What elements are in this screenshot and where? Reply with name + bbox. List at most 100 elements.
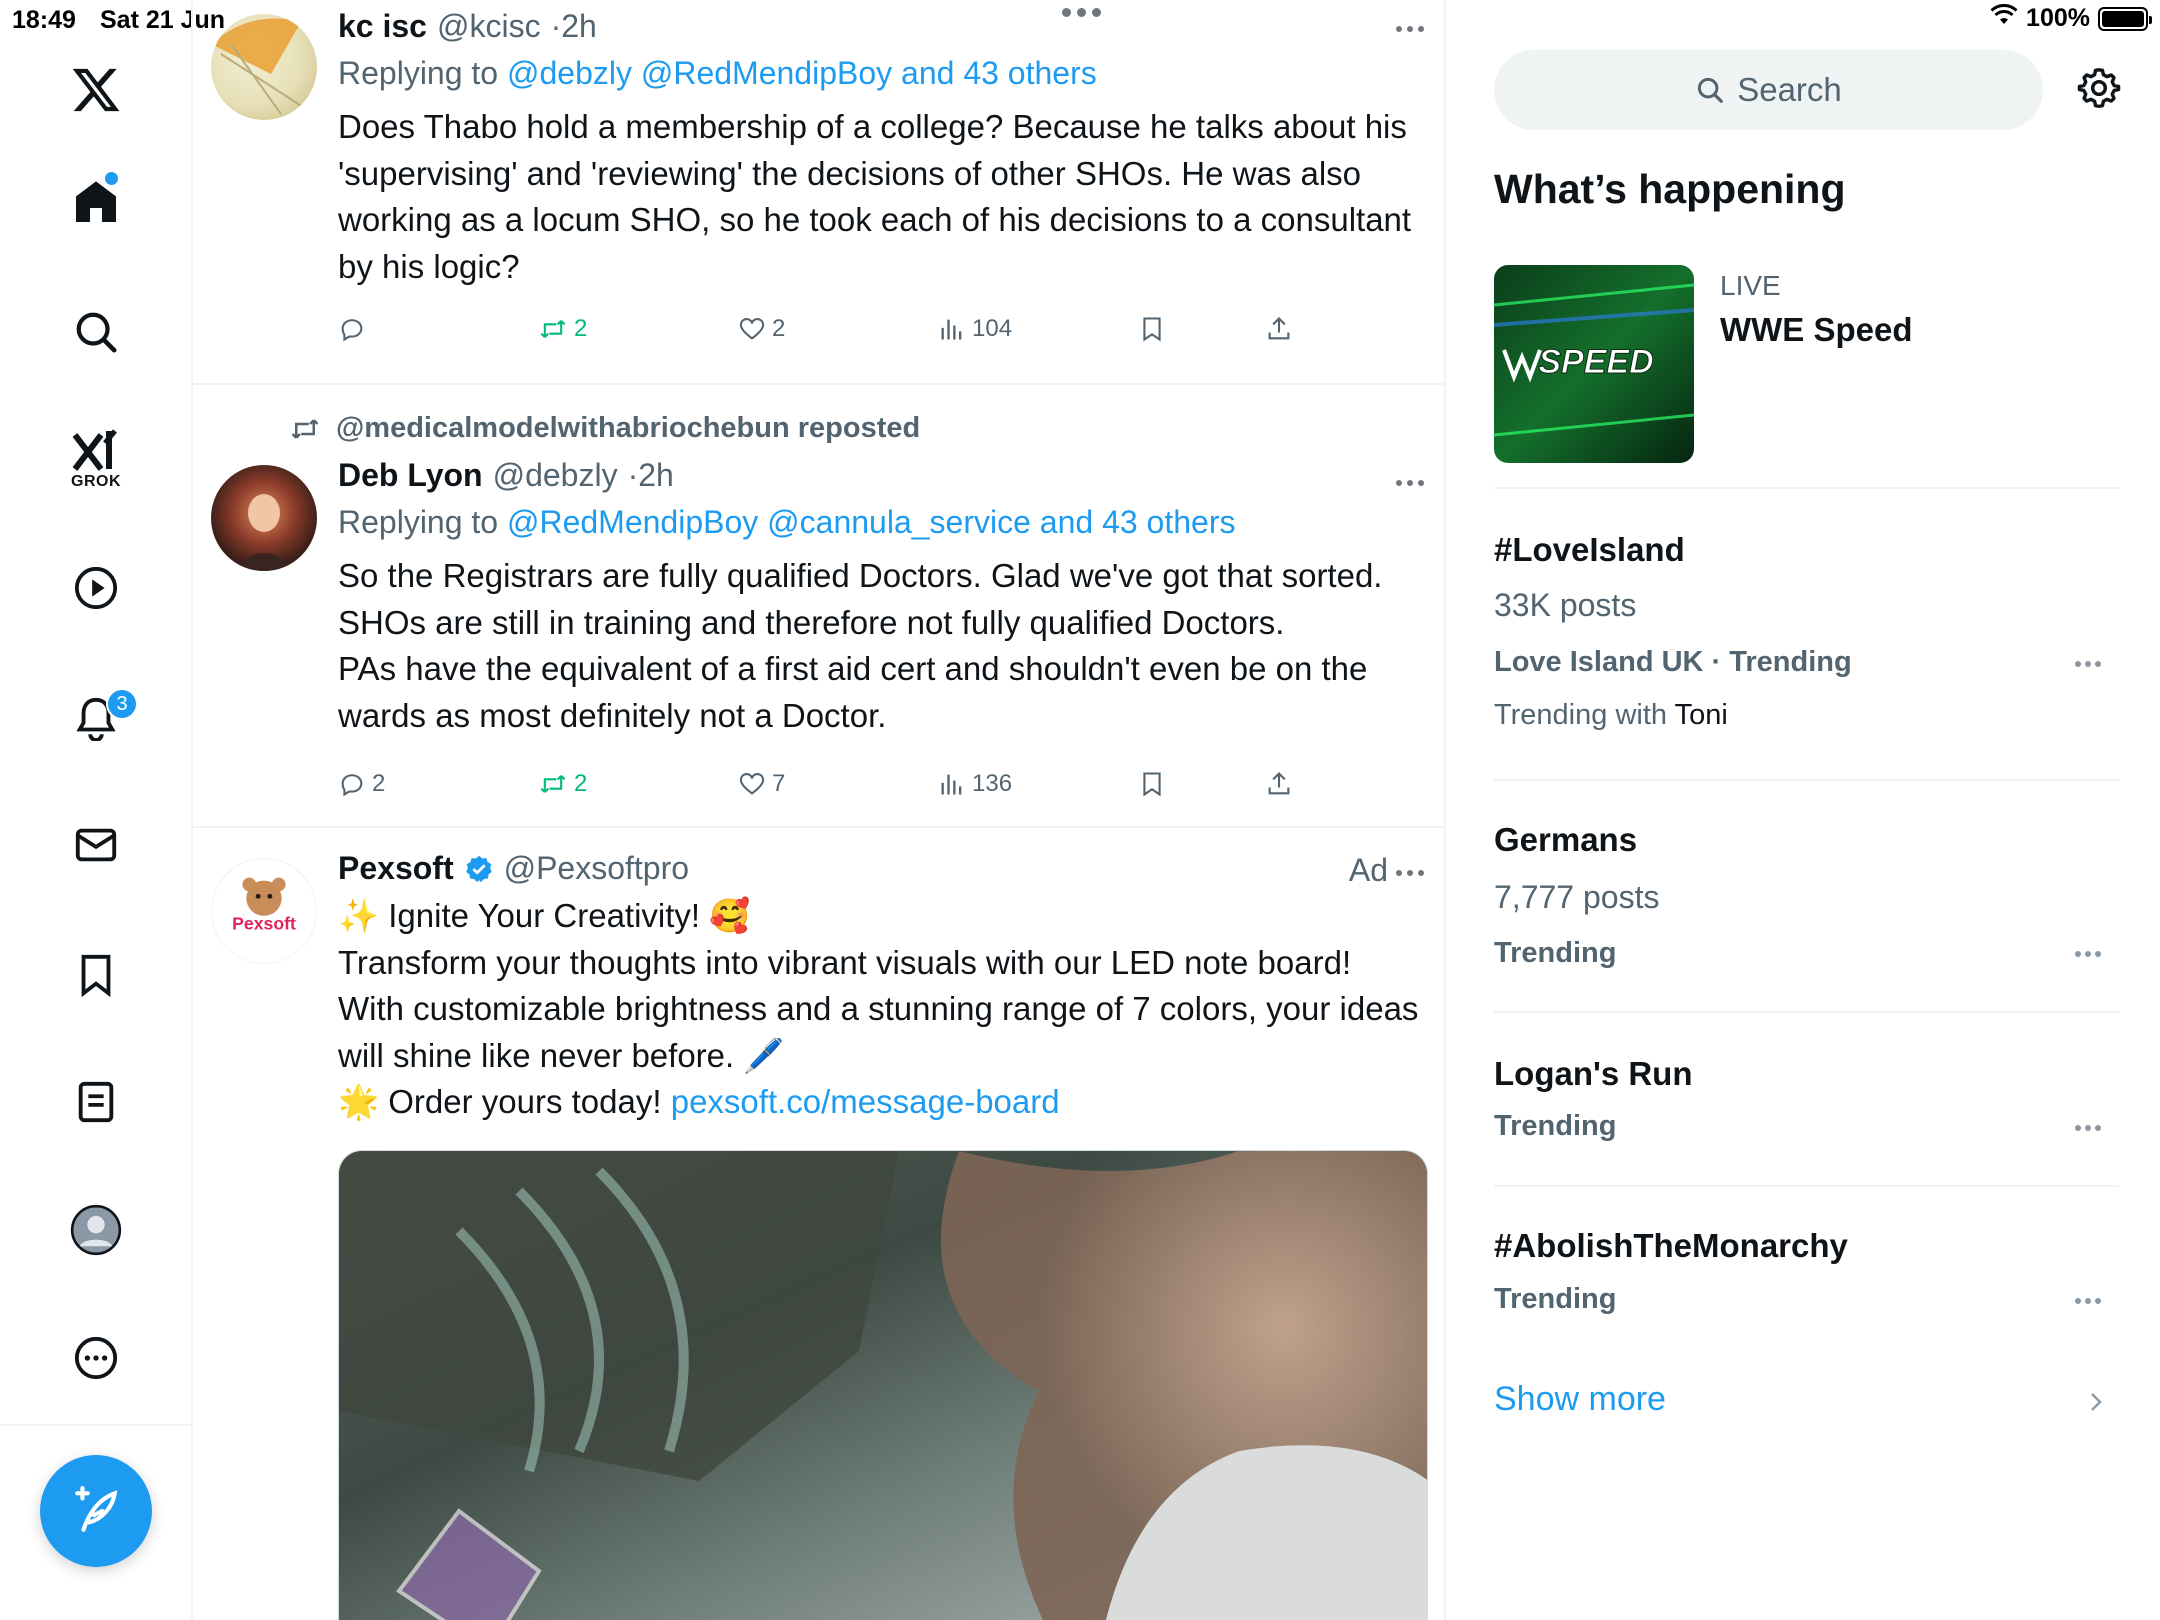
reposted-by-label: @medicalmodelwithabriochebun reposted [336,412,921,444]
author-handle[interactable]: @kcisc [437,8,541,45]
ad-label: Ad [1348,852,1388,888]
tweet-header: Pexsoft @Pexsoftpro [338,850,1424,887]
sidebar-item-grok[interactable]: GROK [56,420,136,500]
sidebar-item-videos[interactable] [56,548,136,628]
thumbnail-text: SPEED [1538,343,1653,381]
replying-to-users[interactable]: @RedMendipBoy @cannula_service and 43 ot… [507,504,1236,540]
replying-to: Replying to @debzly @RedMendipBoy and 43… [338,55,1424,92]
dot-separator: · [627,457,639,493]
avatar-text: Pexsoft [232,914,296,934]
chevron-right-icon [2091,1393,2102,1411]
search-icon [1698,77,1724,103]
reply-button[interactable] [338,315,372,343]
whats-happening-title: What’s happening [1494,166,1846,212]
home-unread-dot [105,172,118,185]
profile-avatar-icon [70,1204,122,1256]
like-count: 7 [772,770,786,797]
views-button[interactable]: 104 [938,315,1012,343]
replying-prefix: Replying to [338,504,499,540]
grok-label: GROK [71,473,121,490]
sidebar-item-messages[interactable] [56,805,136,885]
tweet-text: ✨ Ignite Your Creativity! 🥰 Transform yo… [338,893,1424,1126]
author-handle[interactable]: @Pexsoftpro [504,850,689,887]
more-options-icon[interactable] [2075,1125,2101,1131]
trend-item[interactable]: #LoveIsland 33K posts Love Island UK · T… [1494,489,2119,781]
tweet-body: Deb Lyon @debzly · 2h Replying to @RedMe… [338,457,1424,739]
reply-icon [341,774,363,797]
like-button[interactable]: 2 [738,315,785,343]
more-options-icon[interactable] [1396,480,1424,486]
sidebar-item-more[interactable] [56,1318,136,1398]
bookmark-button[interactable] [1138,315,1166,343]
trend-title: Logan's Run [1494,1055,1693,1092]
more-options-icon[interactable] [1396,870,1424,876]
share-button[interactable] [1265,770,1293,798]
avatar[interactable] [211,14,317,120]
repost-icon [540,320,566,338]
x-logo-icon[interactable] [56,50,136,130]
ad-video-media[interactable] [338,1150,1428,1620]
compose-post-button[interactable] [40,1455,152,1567]
repost-button[interactable]: 2 [538,315,587,343]
gear-icon [2077,68,2121,108]
show-more-link[interactable]: Show more [1494,1380,1666,1419]
settings-button[interactable] [2076,65,2122,116]
ad-link[interactable]: pexsoft.co/message-board [671,1083,1060,1120]
trend-category: Trending [1494,937,1617,969]
author-name[interactable]: kc isc [338,8,427,45]
trend-item[interactable]: #AbolishTheMonarchy Trending [1494,1187,2119,1347]
repost-count: 2 [574,770,588,797]
bookmark-button[interactable] [1138,770,1166,798]
tweet-text-line: ✨ Ignite Your Creativity! 🥰 [338,897,751,934]
live-label: LIVE [1720,270,1781,301]
live-event-thumbnail: SPEED [1494,265,1694,463]
more-circle-icon [74,1336,118,1380]
reposted-by[interactable]: @medicalmodelwithabriochebun reposted [288,412,920,445]
trend-title: #LoveIsland [1494,531,1685,568]
views-button[interactable]: 136 [938,770,1012,798]
tweet-text: So the Registrars are fully qualified Do… [338,553,1424,739]
post-time[interactable]: 2h [638,457,674,494]
replying-to-users[interactable]: @debzly @RedMendipBoy and 43 others [507,55,1097,91]
repost-button[interactable]: 2 [538,770,587,798]
more-options-icon[interactable] [2075,951,2101,957]
home-icon [76,181,116,222]
sidebar-item-lists[interactable] [56,1062,136,1142]
search-placeholder: Search [1737,71,1842,108]
more-options-icon[interactable] [2075,661,2101,667]
avatar[interactable] [211,465,317,571]
author-handle[interactable]: @debzly [493,457,618,494]
tweet-debzly[interactable]: @medicalmodelwithabriochebun reposted De… [193,385,1444,828]
views-icon [941,774,962,795]
sidebar-item-home[interactable] [56,162,136,242]
tweet-pexsoft-ad[interactable]: Pexsoft Pexsoft @Pexsoftpro ✨ Ignite You… [193,828,1444,1620]
avatar[interactable]: Pexsoft [211,858,317,964]
share-button[interactable] [1265,315,1293,343]
live-event-card[interactable]: SPEED LIVE WWE Speed [1494,265,2119,489]
search-input[interactable]: Search [1494,50,2043,130]
reply-button[interactable]: 2 [338,770,385,798]
like-button[interactable]: 7 [738,770,785,798]
trend-category: Trending [1494,1110,1617,1142]
author-name[interactable]: Pexsoft [338,850,454,887]
sidebar-item-bookmarks[interactable] [56,935,136,1015]
author-name[interactable]: Deb Lyon [338,457,483,494]
share-icon [1268,317,1290,340]
sidebar-nav: GROK 3 [0,0,193,1620]
tweet-kcisc[interactable]: kc isc @kcisc · 2h Replying to @debzly @… [193,0,1444,385]
notifications-badge: 3 [106,688,138,720]
post-time[interactable]: 2h [561,8,597,45]
sidebar-item-explore[interactable] [56,292,136,372]
cta-text: 🌟 Order yours today! [338,1083,662,1120]
feather-plus-icon [75,1486,118,1532]
tweet-text-line: SHOs are still in training and therefore… [338,603,1285,641]
sidebar-item-profile[interactable] [56,1190,136,1270]
trend-with-name[interactable]: Toni [1675,699,1728,731]
tweet-text-line: 🌟 Order yours today! pexsoft.co/message-… [338,1079,1424,1126]
tweet-actions: 2 2 104 [338,315,1338,355]
views-icon [941,319,962,340]
trend-item[interactable]: Germans 7,777 posts Trending [1494,781,2119,1013]
trend-item[interactable]: Logan's Run Trending [1494,1013,2119,1187]
more-options-icon[interactable] [2075,1298,2101,1304]
more-options-icon[interactable] [1396,26,1424,32]
